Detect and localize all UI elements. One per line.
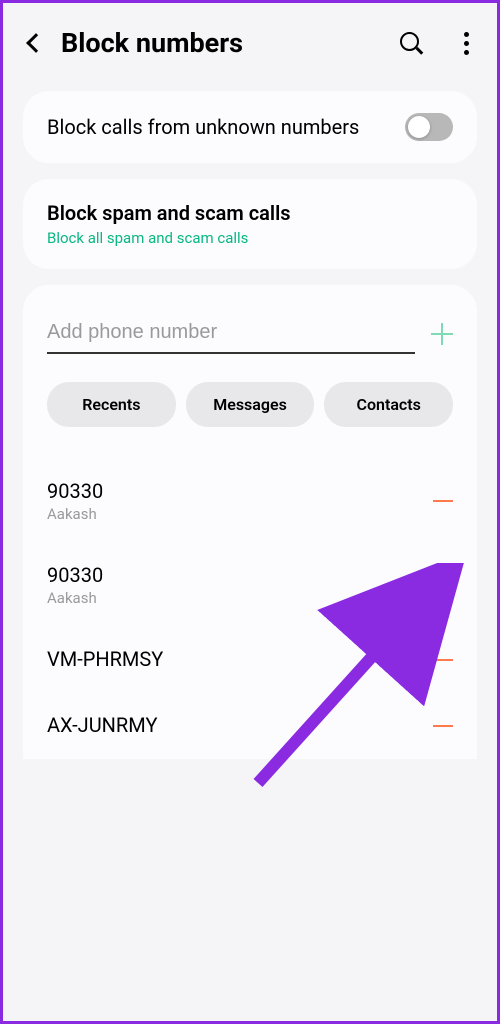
more-icon[interactable] (456, 28, 477, 59)
block-unknown-label: Block calls from unknown numbers (47, 114, 389, 141)
block-spam-card[interactable]: Block spam and scam calls Block all spam… (23, 179, 477, 269)
list-item: 90330 Aakash (47, 459, 453, 543)
remove-icon[interactable] (433, 584, 453, 587)
block-unknown-toggle[interactable] (405, 113, 453, 141)
page-title: Block numbers (61, 27, 382, 59)
header-bar: Block numbers (23, 27, 477, 59)
blocked-number: 90330 (47, 479, 433, 503)
add-icon[interactable] (431, 323, 453, 345)
blocked-list: 90330 Aakash 90330 Aakash VM-PHRMSY AX-J… (23, 447, 477, 759)
list-item: VM-PHRMSY (47, 627, 453, 693)
block-unknown-card: Block calls from unknown numbers (23, 91, 477, 163)
remove-icon[interactable] (433, 659, 453, 662)
list-item: 90330 Aakash (47, 543, 453, 627)
search-icon[interactable] (400, 32, 422, 54)
block-spam-subtitle: Block all spam and scam calls (47, 229, 453, 247)
list-item: AX-JUNRMY (47, 693, 453, 759)
back-icon[interactable] (26, 33, 46, 53)
phone-input[interactable] (47, 313, 415, 354)
contacts-chip[interactable]: Contacts (324, 382, 453, 427)
blocked-number: 90330 (47, 563, 433, 587)
source-chips: Recents Messages Contacts (47, 382, 453, 427)
recents-chip[interactable]: Recents (47, 382, 176, 427)
add-number-section: Recents Messages Contacts (23, 285, 477, 447)
blocked-number: VM-PHRMSY (47, 647, 433, 671)
block-spam-title: Block spam and scam calls (47, 201, 453, 225)
remove-icon[interactable] (433, 500, 453, 503)
blocked-number: AX-JUNRMY (47, 713, 433, 737)
messages-chip[interactable]: Messages (186, 382, 315, 427)
remove-icon[interactable] (433, 725, 453, 728)
blocked-name: Aakash (47, 505, 433, 523)
blocked-name: Aakash (47, 589, 433, 607)
